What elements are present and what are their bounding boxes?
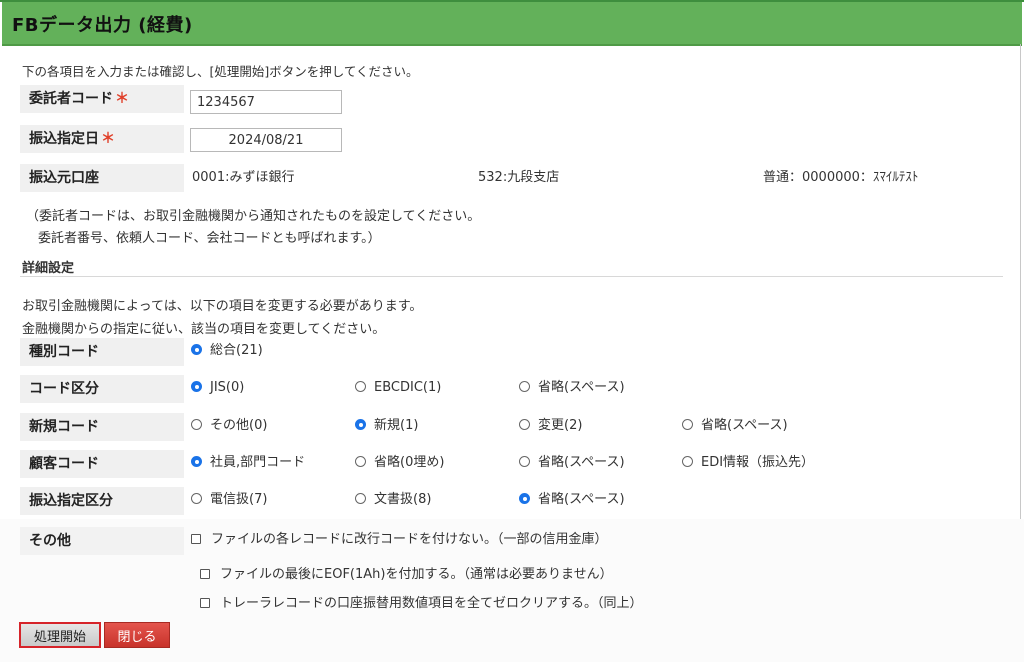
radio-icon[interactable] [682, 419, 693, 430]
new-code-label: 新規コード [20, 413, 184, 441]
consignor-code-input[interactable] [190, 90, 342, 114]
page-header: FBデータ出力 (経費) [2, 2, 1022, 46]
transfer-date-input[interactable] [190, 128, 342, 152]
option-label: その他(0) [210, 418, 268, 433]
checkbox-label: ファイルの各レコードに改行コードを付けない。（一部の信用金庫） [211, 532, 608, 547]
transfer-class-option-document[interactable]: 文書扱(8) [355, 492, 431, 508]
source-account-label: 振込元口座 [20, 164, 184, 192]
radio-selected-icon[interactable] [191, 381, 202, 392]
required-mark: ＊ [115, 91, 129, 107]
new-code-option-new[interactable]: 新規(1) [355, 418, 418, 434]
type-code-option-sogo[interactable]: 総合(21) [191, 343, 263, 359]
checkbox-icon[interactable] [200, 569, 210, 579]
intro-text: 下の各項目を入力または確認し、[処理開始]ボタンを押してください。 [22, 64, 419, 79]
type-code-label: 種別コード [20, 338, 184, 366]
content-right-border [1020, 44, 1021, 519]
radio-icon[interactable] [191, 493, 202, 504]
code-class-option-ebcdic[interactable]: EBCDIC(1) [355, 380, 441, 396]
radio-icon[interactable] [191, 419, 202, 430]
option-label: 社員,部門コード [210, 455, 306, 470]
option-label: 文書扱(8) [374, 492, 432, 507]
detail-desc-line-2: 金融機関からの指定に従い、該当の項目を変更してください。 [22, 322, 386, 337]
source-branch: 532:九段支店 [478, 170, 560, 185]
zero-clear-checkbox[interactable]: トレーラレコードの口座振替用数値項目を全てゼロクリアする。（同上） [200, 596, 643, 612]
source-bank: 0001:みずほ銀行 [192, 170, 295, 185]
radio-selected-icon[interactable] [355, 419, 366, 430]
required-mark: ＊ [101, 131, 115, 147]
radio-selected-icon[interactable] [191, 344, 202, 355]
new-code-option-other[interactable]: その他(0) [191, 418, 267, 434]
customer-code-option-employee[interactable]: 社員,部門コード [191, 455, 305, 471]
option-label: 電信扱(7) [210, 492, 268, 507]
option-label: JIS(0) [210, 380, 245, 395]
detail-desc-line-1: お取引金融機関によっては、以下の項目を変更する必要があります。 [22, 299, 423, 314]
consignor-code-label: 委託者コード＊ [20, 85, 184, 113]
transfer-class-label: 振込指定区分 [20, 487, 184, 515]
customer-code-option-edi[interactable]: EDI情報（振込先） [682, 455, 814, 471]
append-eof-checkbox[interactable]: ファイルの最後にEOF(1Ah)を付加する。（通常は必要ありません） [200, 567, 613, 583]
source-account-number: 普通：0000000：ｽﾏｲﾙﾃｽﾄ [763, 170, 919, 185]
customer-code-label: 顧客コード [20, 450, 184, 478]
customer-code-option-zero[interactable]: 省略(0埋め) [355, 455, 444, 471]
option-label: 省略(スペース) [538, 455, 625, 470]
transfer-class-option-space[interactable]: 省略(スペース) [519, 492, 625, 508]
radio-icon[interactable] [355, 381, 366, 392]
checkbox-label: ファイルの最後にEOF(1Ah)を付加する。（通常は必要ありません） [220, 567, 613, 582]
radio-selected-icon[interactable] [191, 456, 202, 467]
option-label: EBCDIC(1) [374, 380, 442, 395]
checkbox-label: トレーラレコードの口座振替用数値項目を全てゼロクリアする。（同上） [220, 596, 643, 611]
radio-icon[interactable] [519, 381, 530, 392]
code-class-option-jis[interactable]: JIS(0) [191, 380, 244, 396]
option-label: EDI情報（振込先） [701, 455, 815, 470]
other-label: その他 [20, 527, 184, 555]
new-code-option-change[interactable]: 変更(2) [519, 418, 582, 434]
option-label: 省略(スペース) [701, 418, 788, 433]
option-label: 総合(21) [210, 343, 263, 358]
checkbox-icon[interactable] [191, 534, 201, 544]
consignor-note-line-2: 委託者番号、依頼人コード、会社コードとも呼ばれます。） [38, 231, 381, 246]
radio-icon[interactable] [519, 456, 530, 467]
radio-icon[interactable] [355, 456, 366, 467]
new-code-option-space[interactable]: 省略(スペース) [682, 418, 788, 434]
checkbox-icon[interactable] [200, 598, 210, 608]
option-label: 変更(2) [538, 418, 583, 433]
radio-icon[interactable] [682, 456, 693, 467]
transfer-class-option-telegraph[interactable]: 電信扱(7) [191, 492, 267, 508]
transfer-date-label: 振込指定日＊ [20, 125, 184, 153]
code-class-label: コード区分 [20, 375, 184, 403]
option-label: 省略(スペース) [538, 380, 625, 395]
consignor-code-label-text: 委託者コード [29, 91, 113, 107]
page-title: FBデータ出力 (経費) [12, 15, 193, 36]
option-label: 省略(0埋め) [374, 455, 445, 470]
detail-section-title: 詳細設定 [22, 261, 75, 276]
section-divider [20, 276, 1003, 277]
no-newline-checkbox[interactable]: ファイルの各レコードに改行コードを付けない。（一部の信用金庫） [191, 532, 608, 548]
radio-icon[interactable] [355, 493, 366, 504]
option-label: 新規(1) [374, 418, 419, 433]
customer-code-option-space[interactable]: 省略(スペース) [519, 455, 625, 471]
close-button[interactable]: 閉じる [104, 622, 170, 648]
radio-selected-icon[interactable] [519, 493, 530, 504]
option-label: 省略(スペース) [538, 492, 625, 507]
code-class-option-space[interactable]: 省略(スペース) [519, 380, 625, 396]
consignor-note-line-1: （委託者コードは、お取引金融機関から通知されたものを設定してください。 [26, 209, 481, 224]
radio-icon[interactable] [519, 419, 530, 430]
start-processing-button[interactable]: 処理開始 [19, 622, 101, 648]
transfer-date-label-text: 振込指定日 [29, 131, 99, 147]
